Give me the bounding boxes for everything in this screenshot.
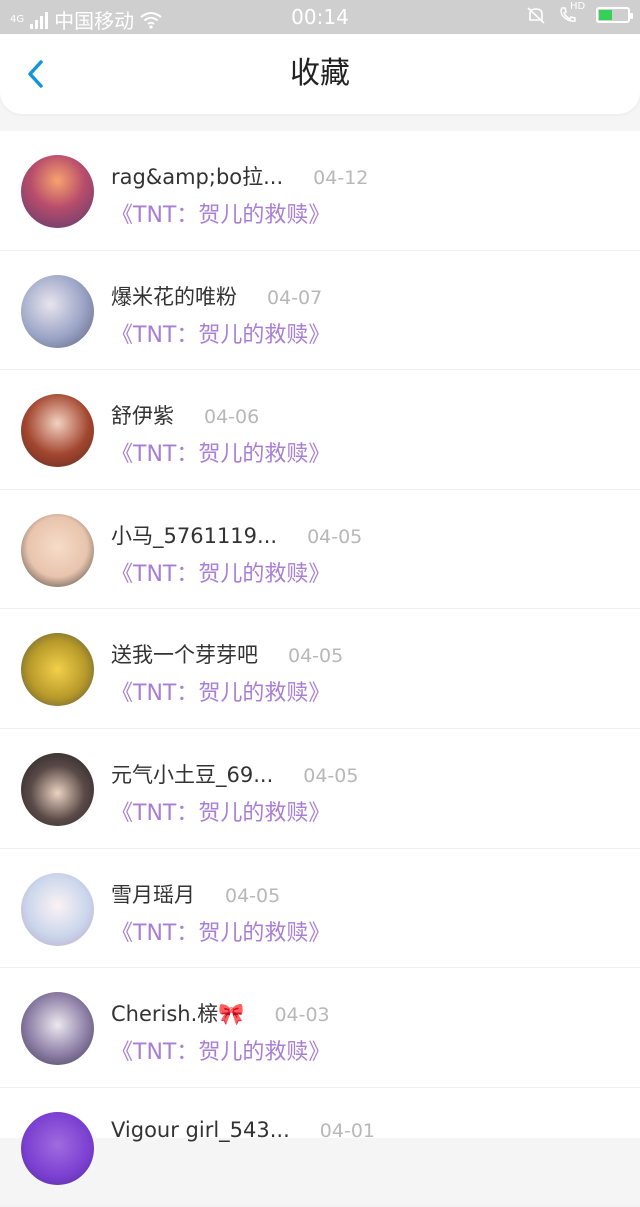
date-label: 04-01 (319, 1119, 375, 1142)
status-bar: 4G 中国移动 00:14 HD (0, 0, 640, 34)
list-item[interactable]: 元气小土豆_69... 04-05 《TNT：贺儿的救赎》 (0, 729, 640, 849)
date-label: 04-05 (307, 525, 363, 548)
avatar[interactable] (21, 992, 94, 1066)
book-title[interactable]: 《TNT：贺儿的救赎》 (111, 556, 330, 588)
book-title[interactable]: 《TNT：贺儿的救赎》 (111, 317, 330, 349)
date-label: 04-05 (288, 645, 344, 668)
name-row: 元气小土豆_69... 04-05 (111, 759, 358, 789)
user-name[interactable]: 雪月瑶月 (111, 879, 195, 909)
avatar[interactable] (21, 513, 94, 587)
header: 收藏 (0, 34, 640, 114)
avatar[interactable] (21, 1111, 94, 1185)
list-item[interactable]: 小马_5761119... 04-05 《TNT：贺儿的救赎》 (0, 490, 640, 610)
book-title[interactable]: 《TNT：贺儿的救赎》 (111, 197, 330, 229)
name-row: 爆米花的唯粉 04-07 (111, 281, 322, 311)
name-row: Vigour girl_543... 04-01 (111, 1118, 375, 1142)
date-label: 04-03 (274, 1004, 330, 1027)
favorites-list: rag&amp;bo拉... 04-12 《TNT：贺儿的救赎》 爆米花的唯粉 04-0… (0, 131, 640, 1207)
avatar[interactable] (21, 274, 94, 348)
name-row: 雪月瑶月 04-05 (111, 879, 280, 909)
list-item[interactable]: 舒伊紫 04-06 《TNT：贺儿的救赎》 (0, 370, 640, 490)
date-label: 04-05 (225, 884, 281, 907)
battery-fill (599, 10, 612, 20)
name-row: 小马_5761119... 04-05 (111, 520, 362, 550)
avatar[interactable] (21, 394, 94, 468)
list-item[interactable]: Cherish.榇🎀 04-03 《TNT：贺儿的救赎》 (0, 968, 640, 1088)
date-label: 04-12 (313, 167, 369, 189)
avatar[interactable] (21, 155, 94, 228)
book-title[interactable]: 《TNT：贺儿的救赎》 (111, 436, 330, 468)
user-name[interactable]: Vigour girl_543... (111, 1118, 290, 1142)
list-item[interactable]: 雪月瑶月 04-05 《TNT：贺儿的救赎》 (0, 849, 640, 969)
avatar[interactable] (21, 633, 94, 707)
battery-icon (596, 7, 633, 23)
date-label: 04-07 (267, 286, 323, 309)
hd-call-icon: HD (558, 1, 585, 25)
user-name[interactable]: 舒伊紫 (111, 400, 174, 430)
book-title[interactable]: 《TNT：贺儿的救赎》 (111, 675, 330, 707)
name-row: Cherish.榇🎀 04-03 (111, 998, 330, 1028)
page-title: 收藏 (290, 56, 350, 91)
book-title[interactable]: 《TNT：贺儿的救赎》 (111, 795, 330, 827)
user-name[interactable]: 元气小土豆_69... (111, 759, 273, 789)
user-name[interactable]: 小马_5761119... (111, 520, 277, 550)
user-name[interactable]: 爆米花的唯粉 (111, 281, 237, 311)
book-title[interactable]: 《TNT：贺儿的救赎》 (111, 915, 330, 947)
name-row: 舒伊紫 04-06 (111, 400, 259, 430)
user-name[interactable]: rag&amp;bo拉... (111, 161, 283, 191)
list-item[interactable]: rag&amp;bo拉... 04-12 《TNT：贺儿的救赎》 (0, 131, 640, 251)
hd-label: HD (570, 1, 586, 12)
name-row: rag&amp;bo拉... 04-12 (111, 161, 368, 191)
avatar[interactable] (21, 752, 94, 826)
date-label: 04-06 (204, 406, 260, 429)
status-right: HD (526, 1, 633, 25)
book-title[interactable]: 《TNT：贺儿的救赎》 (111, 1034, 330, 1066)
name-row: 送我一个芽芽吧 04-05 (111, 639, 343, 669)
user-name[interactable]: Cherish.榇🎀 (111, 998, 244, 1028)
date-label: 04-05 (303, 764, 359, 787)
list-item[interactable]: 爆米花的唯粉 04-07 《TNT：贺儿的救赎》 (0, 251, 640, 371)
list-item[interactable]: 送我一个芽芽吧 04-05 《TNT：贺儿的救赎》 (0, 609, 640, 729)
mute-bell-icon (527, 7, 545, 24)
list-item[interactable]: Vigour girl_543... 04-01 (0, 1088, 640, 1207)
avatar[interactable] (21, 872, 94, 946)
user-name[interactable]: 送我一个芽芽吧 (111, 639, 258, 669)
